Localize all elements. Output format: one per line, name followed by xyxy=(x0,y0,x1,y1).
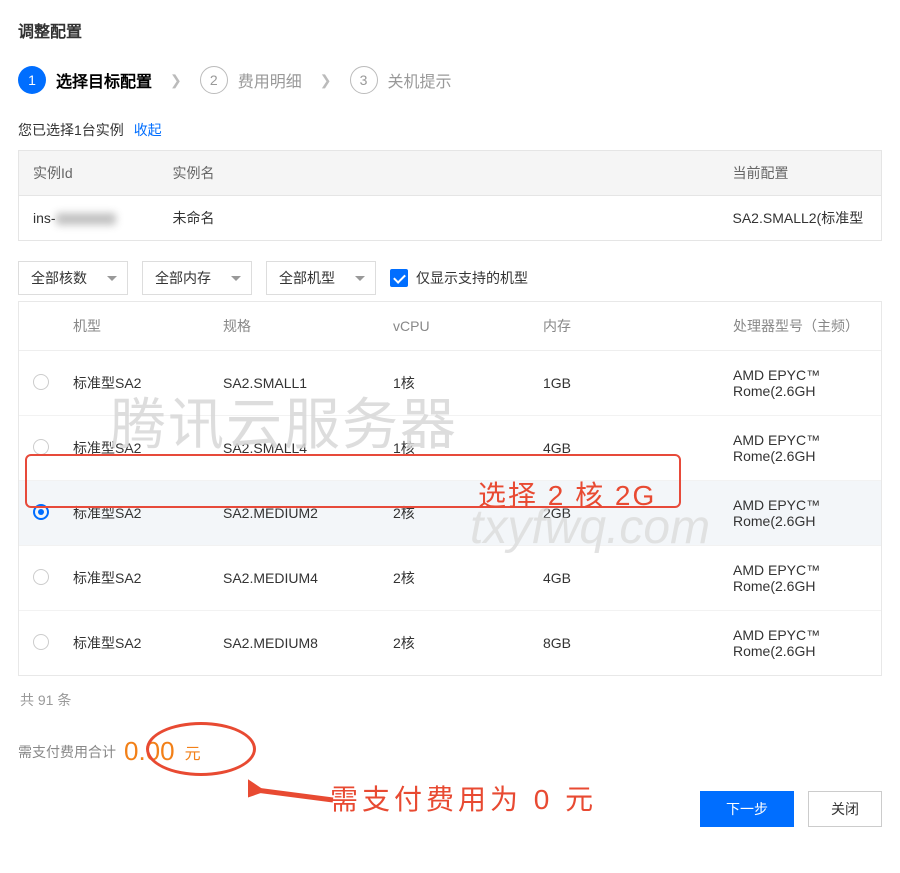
collapse-link[interactable]: 收起 xyxy=(134,122,162,138)
spec-proc: AMD EPYC™ Rome(2.6GH xyxy=(723,611,881,676)
spec-proc: AMD EPYC™ Rome(2.6GH xyxy=(723,546,881,611)
step-2[interactable]: 2 费用明细 xyxy=(200,66,302,94)
spec-table: 机型 规格 vCPU 内存 处理器型号（主频） 标准型SA2SA2.SMALL1… xyxy=(19,302,881,675)
spec-code: SA2.MEDIUM4 xyxy=(213,546,383,611)
step-3-label: 关机提示 xyxy=(388,68,452,92)
instance-header-id: 实例Id xyxy=(19,151,159,196)
radio-icon[interactable] xyxy=(33,634,49,650)
pay-unit: 元 xyxy=(185,740,201,764)
instance-name: 未命名 xyxy=(159,196,719,241)
redacted-id xyxy=(56,213,116,225)
spec-vcpu: 1核 xyxy=(383,351,533,416)
instance-config: SA2.SMALL2(标准型 xyxy=(719,196,882,241)
spec-row[interactable]: 标准型SA2SA2.MEDIUM42核4GBAMD EPYC™ Rome(2.6… xyxy=(19,546,881,611)
spec-code: SA2.MEDIUM8 xyxy=(213,611,383,676)
action-buttons: 下一步 关闭 xyxy=(18,791,882,827)
spec-proc: AMD EPYC™ Rome(2.6GH xyxy=(723,416,881,481)
pay-label: 需支付费用合计 xyxy=(18,742,116,762)
spec-header-model: 机型 xyxy=(63,302,213,351)
selected-instances-line: 您已选择1台实例 收起 xyxy=(18,120,882,140)
spec-proc: AMD EPYC™ Rome(2.6GH xyxy=(723,351,881,416)
close-button[interactable]: 关闭 xyxy=(808,791,882,827)
spec-vcpu: 2核 xyxy=(383,611,533,676)
instance-id: ins- xyxy=(19,196,159,241)
step-1[interactable]: 1 选择目标配置 xyxy=(18,66,152,94)
spec-mem: 4GB xyxy=(533,546,723,611)
spec-proc: AMD EPYC™ Rome(2.6GH xyxy=(723,481,881,546)
only-supported-checkbox[interactable]: 仅显示支持的机型 xyxy=(390,268,528,288)
spec-model: 标准型SA2 xyxy=(63,611,213,676)
spec-header-proc: 处理器型号（主频） xyxy=(723,302,881,351)
radio-icon[interactable] xyxy=(33,504,49,520)
step-2-number: 2 xyxy=(200,66,228,94)
step-2-label: 费用明细 xyxy=(238,68,302,92)
spec-mem: 2GB xyxy=(533,481,723,546)
selected-instances-text: 您已选择1台实例 xyxy=(18,122,124,138)
spec-row[interactable]: 标准型SA2SA2.MEDIUM22核2GBAMD EPYC™ Rome(2.6… xyxy=(19,481,881,546)
spec-model: 标准型SA2 xyxy=(63,416,213,481)
spec-vcpu: 2核 xyxy=(383,481,533,546)
step-1-number: 1 xyxy=(18,66,46,94)
chevron-right-icon: ❯ xyxy=(170,72,182,89)
spec-mem: 8GB xyxy=(533,611,723,676)
radio-icon[interactable] xyxy=(33,374,49,390)
checkbox-checked-icon xyxy=(390,269,408,287)
spec-table-wrap: 机型 规格 vCPU 内存 处理器型号（主频） 标准型SA2SA2.SMALL1… xyxy=(18,301,882,676)
instance-header-name: 实例名 xyxy=(159,151,719,196)
total-count: 共 91 条 xyxy=(20,690,882,710)
filter-memory-select[interactable]: 全部内存 xyxy=(142,261,252,295)
instance-row: ins- 未命名 SA2.SMALL2(标准型 xyxy=(19,196,882,241)
radio-icon[interactable] xyxy=(33,569,49,585)
spec-row[interactable]: 标准型SA2SA2.SMALL41核4GBAMD EPYC™ Rome(2.6G… xyxy=(19,416,881,481)
radio-icon[interactable] xyxy=(33,439,49,455)
pay-amount: 0.00 xyxy=(124,736,175,767)
next-button[interactable]: 下一步 xyxy=(700,791,794,827)
instance-header-cfg: 当前配置 xyxy=(719,151,882,196)
chevron-right-icon: ❯ xyxy=(320,72,332,89)
spec-vcpu: 2核 xyxy=(383,546,533,611)
spec-code: SA2.MEDIUM2 xyxy=(213,481,383,546)
spec-mem: 1GB xyxy=(533,351,723,416)
spec-header-spec: 规格 xyxy=(213,302,383,351)
step-3-number: 3 xyxy=(350,66,378,94)
filters-bar: 全部核数 全部内存 全部机型 仅显示支持的机型 xyxy=(18,261,882,295)
instance-table: 实例Id 实例名 当前配置 ins- 未命名 SA2.SMALL2(标准型 xyxy=(18,150,882,241)
spec-vcpu: 1核 xyxy=(383,416,533,481)
pay-summary: 需支付费用合计 0.00 元 xyxy=(18,736,882,767)
spec-model: 标准型SA2 xyxy=(63,351,213,416)
step-1-label: 选择目标配置 xyxy=(56,68,152,92)
filter-cores-select[interactable]: 全部核数 xyxy=(18,261,128,295)
spec-mem: 4GB xyxy=(533,416,723,481)
step-3[interactable]: 3 关机提示 xyxy=(350,66,452,94)
spec-code: SA2.SMALL1 xyxy=(213,351,383,416)
spec-header-vcpu: vCPU xyxy=(383,302,533,351)
spec-row[interactable]: 标准型SA2SA2.SMALL11核1GBAMD EPYC™ Rome(2.6G… xyxy=(19,351,881,416)
instance-id-prefix: ins- xyxy=(33,210,56,226)
spec-row[interactable]: 标准型SA2SA2.MEDIUM82核8GBAMD EPYC™ Rome(2.6… xyxy=(19,611,881,676)
spec-model: 标准型SA2 xyxy=(63,481,213,546)
steps: 1 选择目标配置 ❯ 2 费用明细 ❯ 3 关机提示 xyxy=(18,66,882,94)
filter-type-select[interactable]: 全部机型 xyxy=(266,261,376,295)
page-title: 调整配置 xyxy=(18,18,882,42)
spec-header-mem: 内存 xyxy=(533,302,723,351)
spec-code: SA2.SMALL4 xyxy=(213,416,383,481)
only-supported-label: 仅显示支持的机型 xyxy=(416,268,528,288)
spec-model: 标准型SA2 xyxy=(63,546,213,611)
